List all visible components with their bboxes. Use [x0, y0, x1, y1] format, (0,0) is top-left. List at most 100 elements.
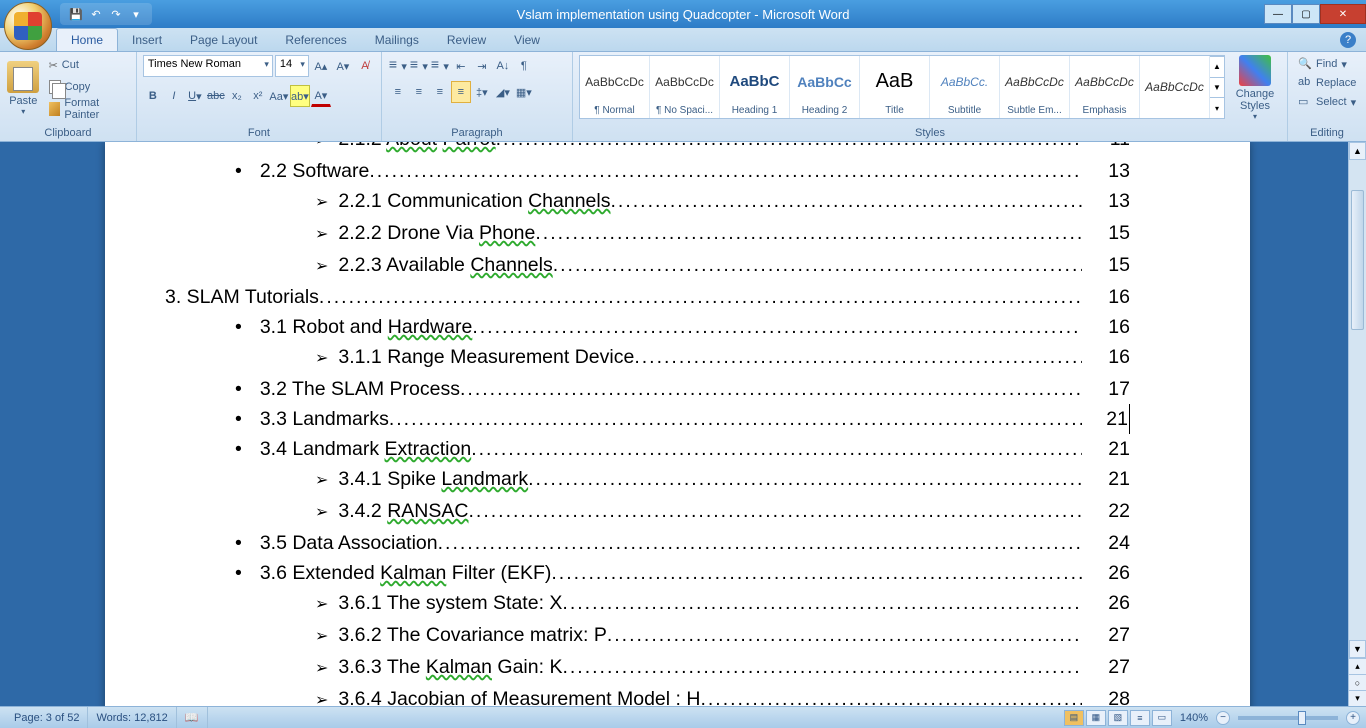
shrink-font-button[interactable]: A▾	[333, 55, 353, 77]
style-item[interactable]: AaBbCcDc¶ Normal	[580, 56, 650, 118]
zoom-level[interactable]: 140%	[1180, 712, 1208, 724]
grow-font-button[interactable]: A▴	[311, 55, 331, 77]
scroll-track[interactable]	[1349, 160, 1366, 640]
paste-button[interactable]: Paste ▾	[6, 55, 41, 121]
document-scroll[interactable]: 2.1.2 About Parrot .....................…	[0, 142, 1348, 706]
format-painter-label: Format Painter	[64, 97, 125, 121]
zoom-in-button[interactable]: +	[1346, 711, 1360, 725]
font-name-combo[interactable]: Times New Roman	[143, 55, 273, 77]
style-item[interactable]: AaBbCcDc	[1140, 56, 1210, 118]
replace-button[interactable]: abReplace	[1294, 74, 1360, 92]
zoom-out-button[interactable]: −	[1216, 711, 1230, 725]
style-item[interactable]: AaBbCcDcSubtle Em...	[1000, 56, 1070, 118]
increase-indent-button[interactable]: ⇥	[472, 55, 492, 77]
superscript-button[interactable]: x²	[248, 85, 268, 107]
gallery-scroll-button[interactable]: ▼	[1210, 77, 1224, 98]
undo-icon[interactable]: ↶	[88, 6, 104, 22]
select-button[interactable]: ▭Select ▾	[1294, 93, 1360, 111]
highlight-button[interactable]: ab▾	[290, 85, 310, 107]
full-screen-view-button[interactable]: ▦	[1086, 710, 1106, 726]
outline-view-button[interactable]: ≡	[1130, 710, 1150, 726]
find-button[interactable]: 🔍Find ▾	[1294, 55, 1351, 73]
line-spacing-button[interactable]: ‡▾	[472, 81, 492, 103]
justify-button[interactable]: ≡	[451, 81, 471, 103]
paragraph-group-label: Paragraph	[388, 125, 566, 141]
scroll-thumb[interactable]	[1351, 190, 1364, 330]
toc-line: 3.6.4 Jacobian of Measurement Model : H …	[315, 684, 1130, 706]
gallery-scroll-button[interactable]: ▾	[1210, 97, 1224, 118]
tab-review[interactable]: Review	[433, 29, 500, 51]
next-page-button[interactable]: ▾	[1349, 690, 1366, 706]
subscript-button[interactable]: x₂	[227, 85, 247, 107]
web-layout-view-button[interactable]: ▧	[1108, 710, 1128, 726]
sort-button[interactable]: A↓	[493, 55, 513, 77]
scroll-up-button[interactable]: ▲	[1349, 142, 1366, 160]
save-icon[interactable]: 💾	[68, 6, 84, 22]
toc-line: 3.1.1 Range Measurement Device .........…	[315, 342, 1130, 374]
scroll-down-button[interactable]: ▼	[1349, 640, 1366, 658]
close-button[interactable]: ✕	[1320, 4, 1366, 24]
bullets-button[interactable]: ▾	[388, 55, 408, 77]
format-painter-button[interactable]: Format Painter	[45, 99, 130, 119]
proofing-status[interactable]: 📖	[177, 707, 208, 728]
zoom-slider-thumb[interactable]	[1298, 711, 1306, 725]
font-color-button[interactable]: A▾	[311, 85, 331, 107]
numbering-button[interactable]: ▾	[409, 55, 429, 77]
change-styles-button[interactable]: Change Styles ▾	[1229, 55, 1281, 121]
draft-view-button[interactable]: ▭	[1152, 710, 1172, 726]
gallery-scroll-button[interactable]: ▲	[1210, 56, 1224, 77]
tab-view[interactable]: View	[500, 29, 554, 51]
decrease-indent-button[interactable]: ⇤	[451, 55, 471, 77]
tab-insert[interactable]: Insert	[118, 29, 176, 51]
paste-icon	[7, 61, 39, 93]
page-status[interactable]: Page: 3 of 52	[6, 707, 88, 728]
tab-home[interactable]: Home	[56, 28, 118, 51]
tab-references[interactable]: References	[271, 29, 360, 51]
font-size-combo[interactable]: 14	[275, 55, 309, 77]
print-layout-view-button[interactable]: ▤	[1064, 710, 1084, 726]
tab-page-layout[interactable]: Page Layout	[176, 29, 271, 51]
show-marks-button[interactable]: ¶	[514, 55, 534, 77]
qat-dropdown-icon[interactable]: ▾	[128, 6, 144, 22]
italic-button[interactable]: I	[164, 85, 184, 107]
shading-button[interactable]: ◢▾	[493, 81, 513, 103]
group-editing: 🔍Find ▾ abReplace ▭Select ▾ Editing	[1288, 52, 1366, 141]
underline-button[interactable]: U▾	[185, 85, 205, 107]
bold-button[interactable]: B	[143, 85, 163, 107]
copy-button[interactable]: Copy	[45, 77, 130, 97]
maximize-button[interactable]: ▢	[1292, 4, 1320, 24]
vertical-scrollbar: ▲ ▼ ▴ ○ ▾	[1348, 142, 1366, 706]
minimize-button[interactable]: —	[1264, 4, 1292, 24]
help-icon[interactable]: ?	[1340, 32, 1356, 48]
replace-label: Replace	[1316, 77, 1356, 89]
group-font: Times New Roman 14 A▴ A▾ A̸ B I U▾ abc x…	[137, 52, 382, 141]
cut-button[interactable]: ✂Cut	[45, 55, 130, 75]
office-button[interactable]	[4, 2, 52, 50]
style-item[interactable]: AaBbCcDc¶ No Spaci...	[650, 56, 720, 118]
align-center-button[interactable]: ≡	[409, 81, 429, 103]
redo-icon[interactable]: ↷	[108, 6, 124, 22]
previous-page-button[interactable]: ▴	[1349, 658, 1366, 674]
strikethrough-button[interactable]: abc	[206, 85, 226, 107]
multilevel-button[interactable]: ▾	[430, 55, 450, 77]
toc-line: 3.4.1 Spike Landmark ...................…	[315, 464, 1130, 496]
toc-line: 3. SLAM Tutorials ......................…	[165, 282, 1130, 312]
align-right-button[interactable]: ≡	[430, 81, 450, 103]
find-label: Find	[1316, 58, 1337, 70]
clear-formatting-button[interactable]: A̸	[355, 55, 375, 77]
align-left-button[interactable]: ≡	[388, 81, 408, 103]
zoom-slider[interactable]	[1238, 716, 1338, 720]
change-case-button[interactable]: Aa▾	[269, 85, 289, 107]
style-item[interactable]: AaBbCcHeading 2	[790, 56, 860, 118]
style-item[interactable]: AaBbCHeading 1	[720, 56, 790, 118]
word-count[interactable]: Words: 12,812	[88, 707, 176, 728]
browse-object-button[interactable]: ○	[1349, 674, 1366, 690]
style-item[interactable]: AaBbCcDcEmphasis	[1070, 56, 1140, 118]
style-item[interactable]: AaBTitle	[860, 56, 930, 118]
style-item[interactable]: AaBbCc.Subtitle	[930, 56, 1000, 118]
borders-button[interactable]: ▦▾	[514, 81, 534, 103]
styles-gallery[interactable]: AaBbCcDc¶ NormalAaBbCcDc¶ No Spaci...AaB…	[579, 55, 1225, 119]
tab-mailings[interactable]: Mailings	[361, 29, 433, 51]
toc-line: 3.6.3 The Kalman Gain: K ...............…	[315, 652, 1130, 684]
page[interactable]: 2.1.2 About Parrot .....................…	[105, 142, 1250, 706]
